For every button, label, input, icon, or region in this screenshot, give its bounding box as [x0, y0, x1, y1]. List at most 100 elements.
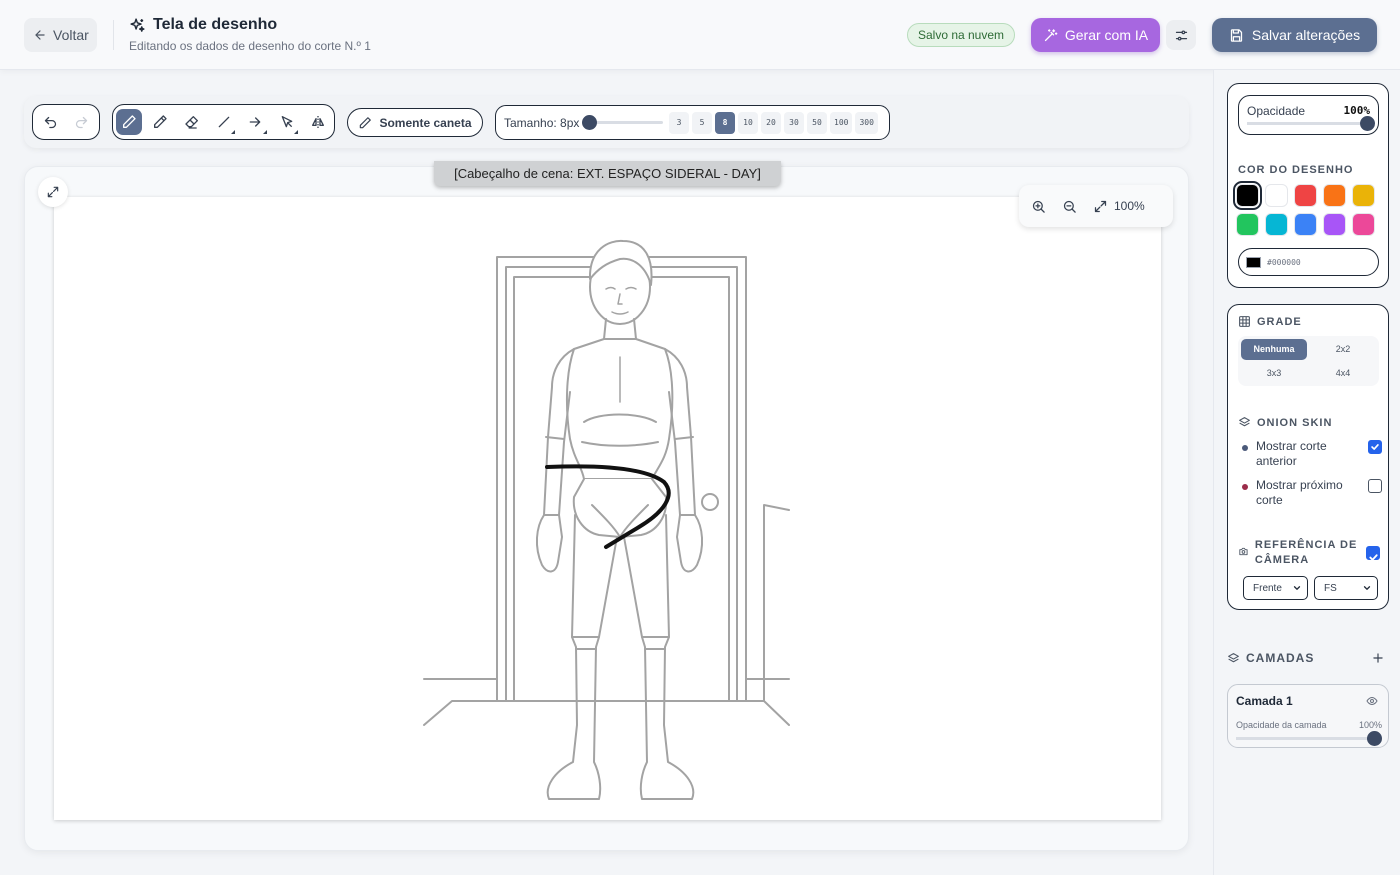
grid-option[interactable]: 2x2: [1310, 339, 1376, 360]
color-swatch[interactable]: [1294, 213, 1317, 236]
color-swatch[interactable]: [1236, 213, 1259, 236]
brush-size-slider[interactable]: [582, 115, 663, 130]
zoom-out-icon[interactable]: [1062, 199, 1077, 214]
color-swatch[interactable]: [1352, 184, 1375, 207]
layers-icon: [1239, 417, 1250, 427]
drawing-canvas[interactable]: [54, 197, 1161, 820]
onion-prev-row[interactable]: Mostrar corte anterior: [1242, 439, 1382, 469]
camera-shot-select[interactable]: FS: [1314, 576, 1378, 600]
opacity-slider[interactable]: [1247, 116, 1375, 131]
layer-name: Camada 1: [1236, 694, 1293, 708]
back-button[interactable]: Voltar: [24, 18, 97, 52]
redo-icon[interactable]: [74, 115, 89, 130]
size-preset-50[interactable]: 50: [807, 111, 827, 134]
grid-options: Nenhuma 2x2 3x3 4x4: [1238, 336, 1379, 386]
layers-icon: [1228, 652, 1239, 662]
grid-section-label: GRADE: [1257, 315, 1302, 328]
camera-reference-checkbox[interactable]: [1366, 546, 1380, 561]
onion-prev-dot: [1242, 445, 1248, 451]
size-preset-300[interactable]: 300: [855, 111, 878, 134]
tool-pen[interactable]: [148, 109, 174, 135]
opacity-label: Opacidade: [1247, 104, 1306, 118]
tool-eraser[interactable]: [179, 109, 205, 135]
page-title-block: Tela de desenho Editando os dados de des…: [129, 16, 371, 53]
check-icon: [1368, 553, 1378, 561]
layer-opacity-slider[interactable]: [1236, 731, 1382, 746]
chevron-down-icon: [1363, 586, 1371, 590]
color-swatch[interactable]: [1352, 213, 1375, 236]
onion-next-row[interactable]: Mostrar próximo corte: [1242, 478, 1382, 508]
eraser-icon: [185, 116, 198, 129]
page-subtitle: Editando os dados de desenho do corte N.…: [129, 39, 371, 53]
opacity-thumb[interactable]: [1360, 116, 1375, 131]
color-swatch[interactable]: [1294, 184, 1317, 207]
scene-heading: [Cabeçalho de cena: EXT. ESPAÇO SIDERAL …: [434, 161, 781, 186]
zoom-controls: 100%: [1019, 185, 1173, 227]
magic-wand-icon: [1044, 28, 1058, 41]
camera-angle-value: Frente: [1253, 582, 1282, 594]
properties-panel: Opacidade 100% COR DO DESENHO #000000 GR…: [1213, 70, 1400, 875]
grid-option[interactable]: 3x3: [1241, 363, 1307, 384]
onion-next-checkbox[interactable]: [1368, 479, 1382, 493]
brush-size-group: Tamanho: 8px 3 5 8 10 20 30 50 100 300: [495, 105, 890, 140]
select-icon: [281, 116, 293, 128]
grid-section-header: GRADE: [1238, 315, 1302, 328]
history-group: [32, 104, 100, 140]
generate-ai-button[interactable]: Gerar com IA: [1031, 18, 1160, 52]
onion-prev-label: Mostrar corte anterior: [1256, 439, 1327, 468]
opacity-control[interactable]: Opacidade 100%: [1238, 95, 1379, 135]
size-preset-8[interactable]: 8: [715, 111, 735, 134]
color-swatch[interactable]: [1233, 181, 1262, 210]
camera-icon: [1239, 547, 1248, 556]
camera-reference-row: REFERÊNCIA DE CÂMERA: [1238, 538, 1380, 568]
size-preset-5[interactable]: 5: [692, 111, 712, 134]
layer-opacity-thumb[interactable]: [1367, 731, 1382, 746]
size-preset-20[interactable]: 20: [761, 111, 781, 134]
submenu-indicator: [231, 130, 236, 134]
add-layer-button[interactable]: [1367, 647, 1389, 669]
zoom-in-icon[interactable]: [1031, 199, 1046, 214]
grid-option[interactable]: 4x4: [1310, 363, 1376, 384]
tool-pencil[interactable]: [116, 109, 142, 135]
onion-section-label: ONION SKIN: [1257, 416, 1333, 429]
tool-line[interactable]: [211, 109, 237, 135]
undo-icon[interactable]: [43, 115, 58, 130]
line-icon: [218, 116, 229, 128]
arrow-left-icon: [35, 30, 45, 40]
color-swatch[interactable]: [1265, 184, 1288, 207]
onion-prev-checkbox[interactable]: [1368, 440, 1382, 454]
pencil-icon: [360, 116, 372, 128]
tool-mirror[interactable]: [305, 109, 331, 135]
status-badge: Salvo na nuvem: [907, 23, 1015, 47]
eye-icon[interactable]: [1366, 695, 1378, 707]
tool-select[interactable]: [274, 109, 300, 135]
pencil-icon: [122, 115, 136, 128]
fullscreen-button[interactable]: [38, 177, 68, 207]
sparkles-icon: [130, 17, 145, 32]
back-button-label: Voltar: [53, 27, 89, 43]
drawing-toolbar: Somente caneta Tamanho: 8px 3 5 8 10 20 30 50 1…: [24, 96, 1189, 148]
pen-only-toggle[interactable]: Somente caneta: [347, 108, 483, 137]
brush-size-thumb[interactable]: [582, 115, 598, 130]
grid-option[interactable]: Nenhuma: [1241, 339, 1307, 360]
size-preset-10[interactable]: 10: [738, 111, 758, 134]
color-swatch[interactable]: [1323, 184, 1346, 207]
color-card: Opacidade 100% COR DO DESENHO #000000: [1227, 83, 1389, 288]
color-swatch[interactable]: [1265, 213, 1288, 236]
page-title: Tela de desenho: [153, 16, 278, 33]
layer-item[interactable]: Camada 1 Opacidade da camada 100%: [1227, 684, 1389, 748]
hex-color-input[interactable]: #000000: [1238, 248, 1379, 276]
fit-zoom-button[interactable]: 100%: [1093, 199, 1145, 214]
tool-arrow[interactable]: [242, 109, 268, 135]
camera-angle-select[interactable]: Frente: [1243, 576, 1308, 600]
mirror-icon: [312, 116, 325, 128]
size-preset-3[interactable]: 3: [669, 111, 689, 134]
settings-button[interactable]: [1166, 20, 1196, 50]
onion-next-label: Mostrar próximo corte: [1256, 478, 1343, 507]
color-swatch[interactable]: [1323, 213, 1346, 236]
size-preset-30[interactable]: 30: [784, 111, 804, 134]
size-preset-100[interactable]: 100: [830, 111, 853, 134]
arrow-icon: [249, 117, 261, 127]
onion-next-dot: [1242, 484, 1248, 490]
save-changes-button[interactable]: Salvar alterações: [1212, 18, 1377, 52]
